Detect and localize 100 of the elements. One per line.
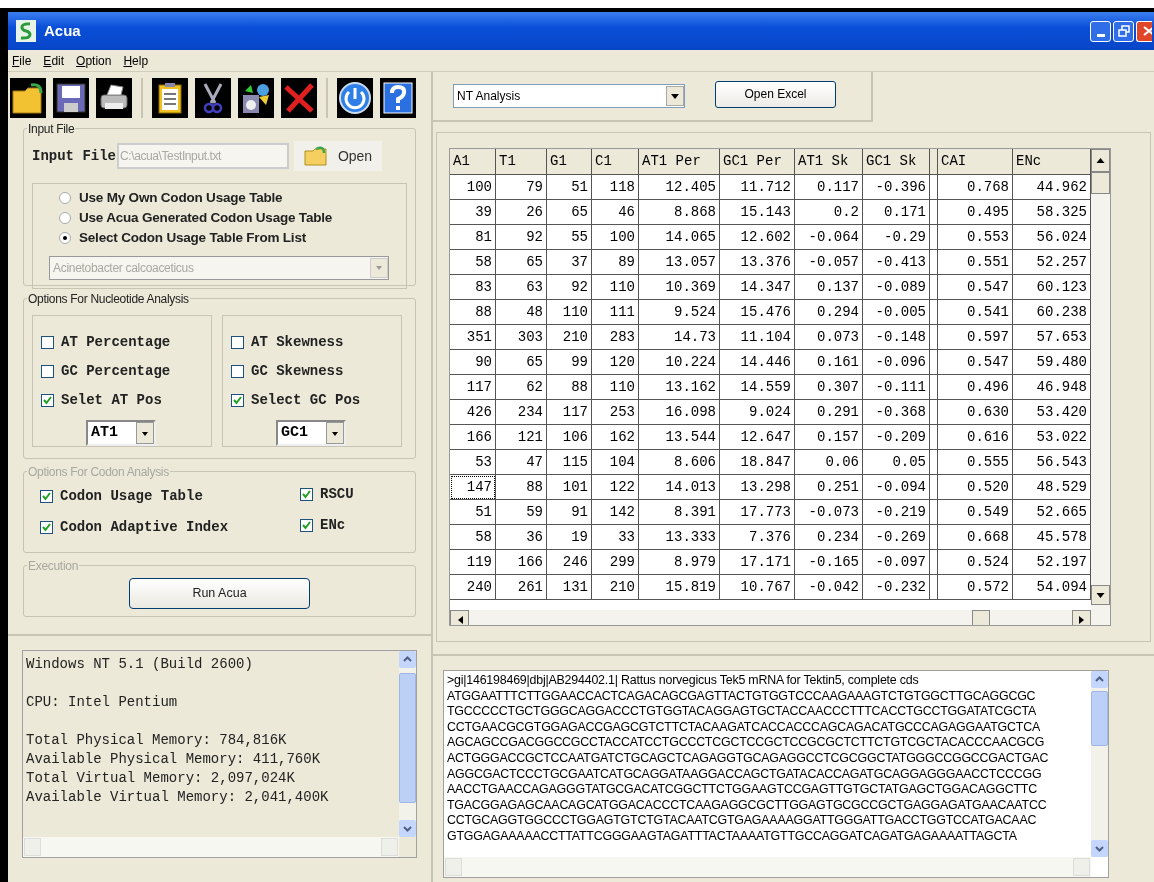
table-cell: 0.251 [795,475,863,500]
restore-button[interactable] [1113,20,1134,42]
table-cell: 0.294 [795,300,863,325]
minimize-button[interactable] [1090,20,1111,42]
table-cell: 65 [496,350,547,375]
checkbox[interactable] [231,394,244,407]
checkbox[interactable] [231,365,244,378]
menu-item[interactable]: Option [75,51,113,70]
table-cell: 13.057 [639,250,720,275]
close-button[interactable] [1136,20,1152,42]
power-button[interactable] [337,77,373,118]
table-cell: 13.162 [639,375,720,400]
table-cell: 91 [547,500,592,525]
scissors-button[interactable] [195,77,231,118]
column-header[interactable]: G1 [547,149,592,175]
column-header[interactable]: AT1 Per [639,149,720,175]
table-cell: 11.104 [720,325,795,350]
clipboard-button[interactable] [152,77,188,118]
table-cell: 162 [592,425,639,450]
scrollbar[interactable] [1091,149,1110,625]
sequence-line: ATGGAATTTCTTGGAACCACTCAGACAGCGAGTTACTGTGGTCCCAAGAAAGTCTGTGGCTTGCAGGCGC [447,688,1037,705]
table-cell: 48 [496,300,547,325]
menu-item[interactable]: Edit [42,51,66,70]
table-cell: 111 [592,300,639,325]
folder-button[interactable] [10,77,46,118]
table-cell: 10.369 [639,275,720,300]
checkbox[interactable] [231,336,244,349]
table-cell: 12.405 [639,175,720,200]
checkbox-label: Selet AT Pos [61,391,162,410]
table-cell: 0.171 [863,200,930,225]
table-cell: 63 [496,275,547,300]
printer-button[interactable] [96,77,132,118]
scroll-thumb[interactable] [1091,172,1110,194]
table-cell: 15.476 [720,300,795,325]
table-cell: -0.148 [863,325,930,350]
save-button[interactable] [53,77,89,118]
restore-icon[interactable] [1117,25,1130,37]
delete-button[interactable] [281,77,317,118]
table-cell: 53 [450,450,496,475]
column-header[interactable]: CAI [938,149,1013,175]
table-cell: 106 [547,425,592,450]
table-cell: 120 [592,350,639,375]
checkbox[interactable] [41,365,54,378]
close-icon[interactable] [1142,25,1152,37]
table-cell: 58 [450,525,496,550]
table-cell: 18.847 [720,450,795,475]
run-button[interactable]: Run Acua [129,578,310,609]
table-cell: 0.630 [938,400,1013,425]
checkbox[interactable] [41,394,54,407]
table-cell: -0.29 [863,225,930,250]
checkbox[interactable] [40,521,53,534]
menu-item[interactable]: Help [122,51,150,70]
horizontal-scrollbar[interactable] [23,837,399,857]
column-header[interactable]: GC1 Per [720,149,795,175]
checkbox[interactable] [300,487,313,501]
checkbox-label: RSCU [320,484,354,504]
table-cell: 83 [450,275,496,300]
sequence-line: ACTGGGACCGCTCCAATGATCTGCAGCTCAGAGGTGCAGAGGCCTCGCGGCTATGGGCCGGCCGACTGAC [447,750,1050,767]
checkbox[interactable] [300,518,313,532]
dropdown[interactable]: GC1 [276,420,346,446]
table-cell: 99 [547,350,592,375]
table-cell: 8.606 [639,450,720,475]
table-cell: 13.376 [720,250,795,275]
table-cell: 0.291 [795,400,863,425]
open-excel-button[interactable]: Open Excel [715,80,836,108]
horizontal-scrollbar[interactable] [450,610,1091,625]
checkbox[interactable] [40,490,53,503]
dropdown[interactable]: AT1 [86,420,156,446]
checkbox-label: GC Percentage [61,362,171,381]
analysis-dropdown[interactable]: NT Analysis [453,84,685,108]
table-cell: 0.05 [863,450,930,475]
sequence-line: AACCTGAACCAGAGGGTATGCGACATCGGCTTCTGGAAGTCCGAGTTGTGCTATGAGCTGGACAGGCTTC [447,782,1038,798]
table-cell: -0.096 [863,350,930,375]
menu-item[interactable]: File [11,51,33,70]
radio-label: Select Codon Usage Table From List [79,228,306,247]
horizontal-scrollbar[interactable] [444,857,1091,877]
scroll-right-icon[interactable] [1077,615,1086,625]
table-cell: 12.647 [720,425,795,450]
sequence-line: AGGCGACTCCCTGCGAATCATGCAGGATAAGGACCAGCTGATACACCAGATGCAGGAGGGAACCTCCCGG [447,766,1043,783]
column-header[interactable]: ENc [1013,149,1091,175]
shapes-button[interactable] [238,77,274,118]
table-cell: 51 [450,500,496,525]
column-header[interactable]: T1 [496,149,547,175]
column-header[interactable]: C1 [592,149,639,175]
scroll-thumb[interactable] [972,610,990,625]
table-cell: -0.396 [863,175,930,200]
table-cell: -0.094 [863,475,930,500]
column-header[interactable]: A1 [450,149,496,175]
table-cell: 0.616 [938,425,1013,450]
table-cell: 65 [496,250,547,275]
help-button[interactable] [380,77,416,118]
table-cell: 81 [450,225,496,250]
checkbox[interactable] [41,336,54,349]
table-cell: 131 [547,575,592,600]
table-cell: -0.219 [863,500,930,525]
table-cell: 166 [496,550,547,575]
table-cell: 36 [496,525,547,550]
column-header[interactable]: AT1 Sk [795,149,863,175]
table-cell: 90 [450,350,496,375]
column-header[interactable]: GC1 Sk [863,149,930,175]
